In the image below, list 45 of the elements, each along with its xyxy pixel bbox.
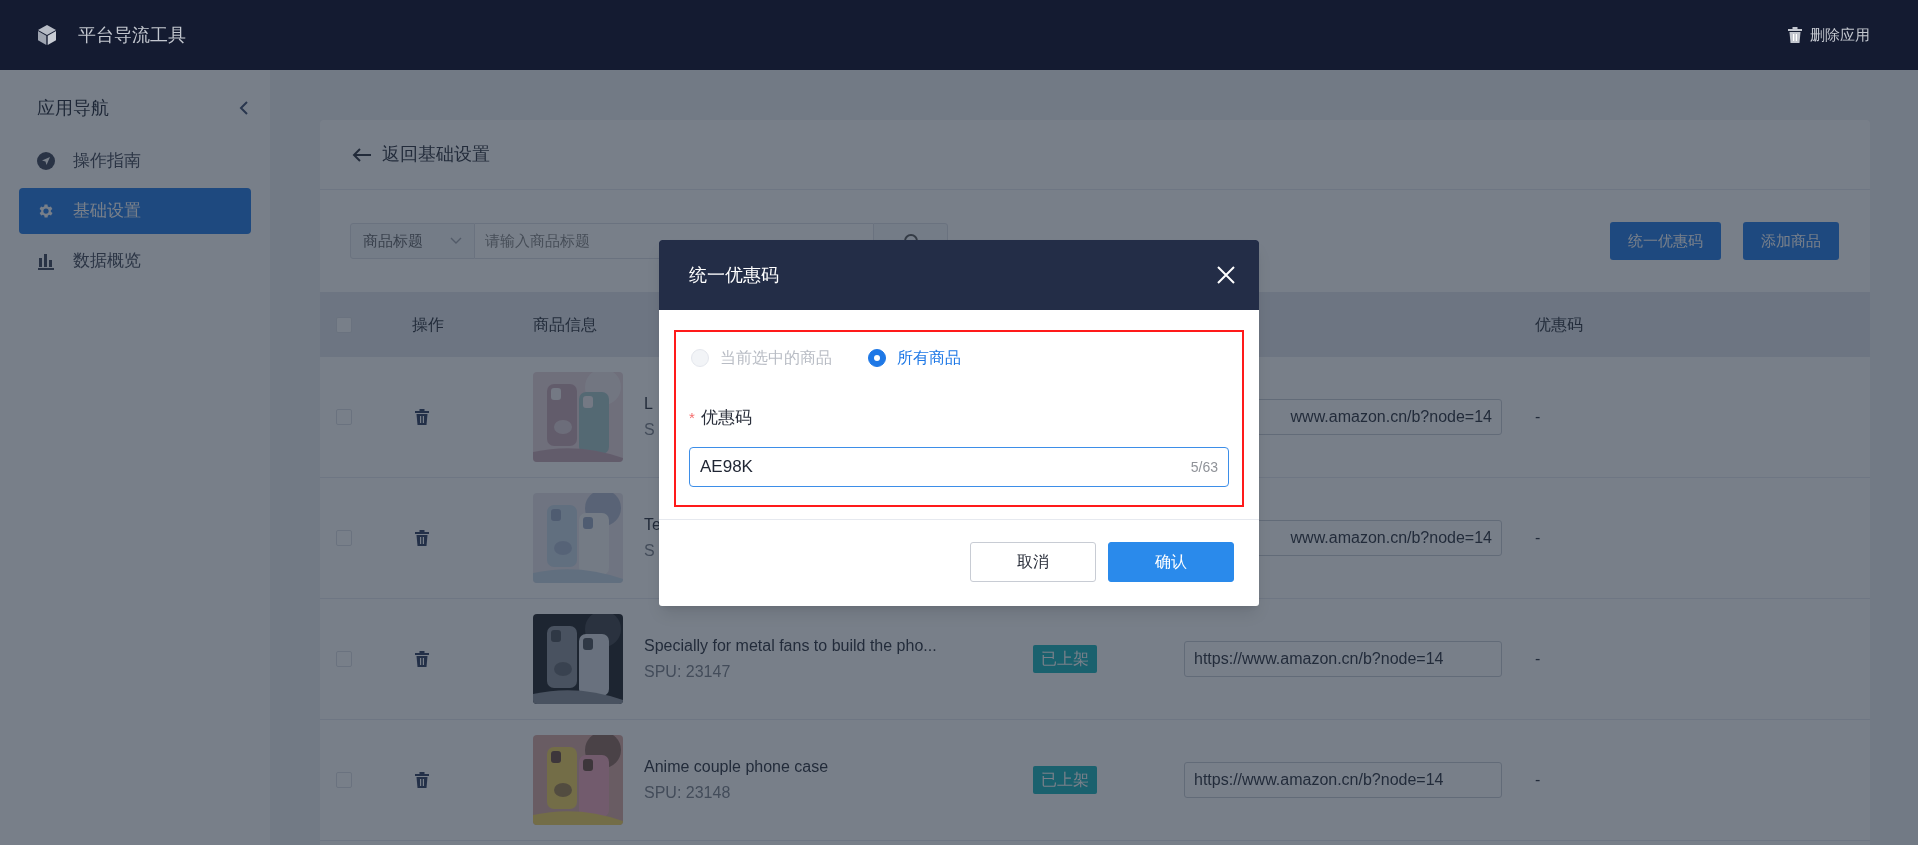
- coupon-value: -: [1535, 529, 1541, 546]
- scope-radio[interactable]: 所有商品: [868, 346, 961, 370]
- settings-icon: [37, 202, 55, 220]
- product-title: Anime couple phone case: [644, 757, 829, 777]
- field-select[interactable]: 商品标题: [350, 223, 475, 259]
- cancel-button[interactable]: 取消: [970, 542, 1096, 582]
- delete-app-button[interactable]: 删除应用: [1788, 23, 1870, 47]
- sidebar-item[interactable]: 操作指南: [19, 138, 251, 184]
- close-icon[interactable]: [1217, 266, 1235, 284]
- sidebar-item[interactable]: 数据概览: [19, 238, 251, 284]
- dialog-title: 统一优惠码: [689, 263, 779, 287]
- delete-icon[interactable]: [415, 409, 429, 425]
- add-product-button[interactable]: 添加商品: [1743, 222, 1839, 260]
- sidebar-item[interactable]: 基础设置: [19, 188, 251, 234]
- trash-icon: [1788, 27, 1802, 43]
- delete-icon[interactable]: [415, 530, 429, 546]
- back-link[interactable]: 返回基础设置: [352, 141, 490, 168]
- caret-icon: [450, 237, 462, 245]
- char-counter: 5/63: [1190, 457, 1218, 477]
- delete-icon[interactable]: [415, 772, 429, 788]
- required-mark: *: [689, 407, 695, 428]
- column-header: 优惠码: [1535, 315, 1583, 333]
- delete-icon[interactable]: [415, 651, 429, 667]
- cube-icon: [36, 24, 58, 46]
- bar-chart-icon: [37, 252, 55, 270]
- coupon-value: -: [1535, 650, 1541, 667]
- column-header: 操作: [412, 315, 444, 333]
- sidebar-heading: 应用导航: [37, 96, 109, 120]
- collapse-icon[interactable]: [239, 100, 249, 116]
- column-header: 商品信息: [533, 315, 597, 333]
- link-field[interactable]: https://www.amazon.cn/b?node=14: [1184, 762, 1502, 798]
- field-label: 优惠码: [700, 407, 752, 430]
- product-title: Specially for metal fans to build the pho...: [644, 636, 937, 656]
- confirm-button[interactable]: 确认: [1108, 542, 1234, 582]
- status-tag: 已上架: [1033, 766, 1097, 794]
- status-tag: 已上架: [1033, 645, 1097, 673]
- coupon-value: -: [1535, 771, 1541, 788]
- navigation-icon: [37, 152, 55, 170]
- coupon-value: -: [1535, 408, 1541, 425]
- app-title: 平台导流工具: [78, 23, 186, 47]
- back-arrow-icon: [352, 146, 372, 163]
- product-title: L: [644, 394, 654, 414]
- link-field[interactable]: https://www.amazon.cn/b?node=14: [1184, 641, 1502, 677]
- unified-coupon-button[interactable]: 统一优惠码: [1610, 222, 1721, 260]
- coupon-input[interactable]: AE98K 5/63: [689, 447, 1229, 487]
